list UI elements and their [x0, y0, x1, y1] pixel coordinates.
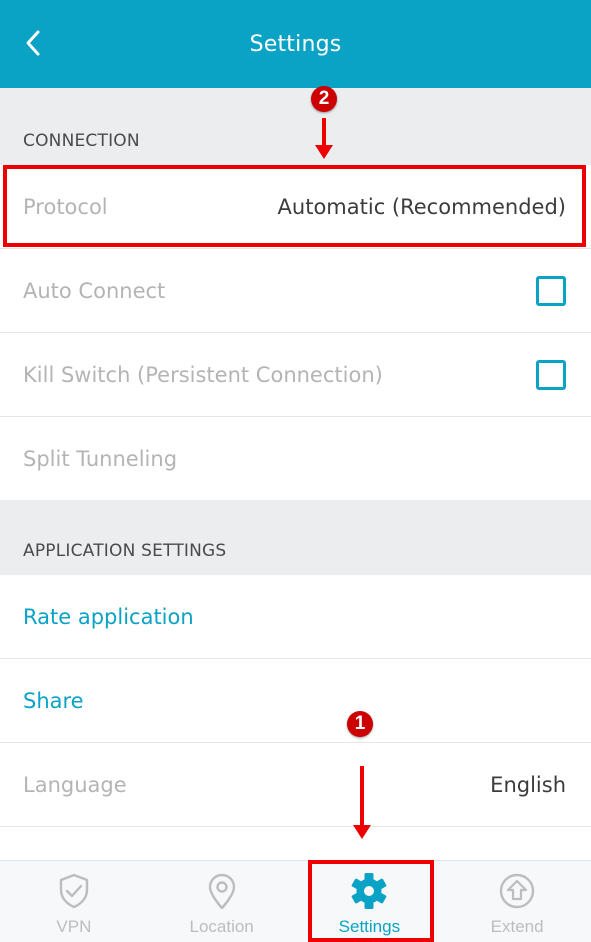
protocol-label: Protocol — [23, 194, 108, 219]
auto-connect-checkbox[interactable] — [536, 275, 566, 306]
annotation-badge-1: 1 — [347, 711, 373, 737]
annotation-badge-2: 2 — [311, 86, 337, 112]
bottom-nav: VPN Location Settings Extend — [0, 860, 591, 942]
nav-label-location: Location — [189, 917, 254, 936]
section-header-application-settings: APPLICATION SETTINGS — [0, 500, 591, 575]
chevron-left-icon — [26, 30, 40, 56]
gear-icon — [352, 873, 387, 909]
nav-label-settings: Settings — [338, 917, 401, 936]
protocol-row[interactable]: Protocol Automatic (Recommended) — [0, 165, 591, 249]
page-title: Settings — [249, 31, 342, 57]
split-tunneling-row[interactable]: Split Tunneling — [0, 417, 591, 501]
back-button[interactable] — [18, 26, 48, 60]
share-link[interactable]: Share — [23, 689, 84, 713]
rate-application-link[interactable]: Rate application — [23, 605, 194, 629]
empty-row — [0, 827, 591, 860]
upload-circle-icon — [499, 873, 535, 909]
map-pin-icon — [208, 873, 235, 910]
nav-tab-location[interactable]: Location — [148, 861, 296, 942]
nav-tab-vpn[interactable]: VPN — [0, 861, 148, 942]
nav-tab-extend[interactable]: Extend — [443, 861, 591, 942]
auto-connect-label: Auto Connect — [23, 278, 166, 303]
rate-application-row[interactable]: Rate application — [0, 575, 591, 659]
app-header: Settings — [0, 0, 591, 88]
share-row[interactable]: Share — [0, 659, 591, 743]
language-value: English — [490, 772, 566, 797]
auto-connect-row[interactable]: Auto Connect — [0, 249, 591, 333]
section-title: CONNECTION — [23, 131, 140, 151]
kill-switch-checkbox[interactable] — [536, 359, 566, 390]
nav-label-extend: Extend — [490, 917, 544, 936]
split-tunneling-label: Split Tunneling — [23, 447, 178, 471]
kill-switch-label: Kill Switch (Persistent Connection) — [23, 362, 383, 387]
section-header-connection: CONNECTION — [0, 88, 591, 165]
protocol-value: Automatic (Recommended) — [277, 194, 566, 219]
language-row[interactable]: Language English — [0, 743, 591, 827]
section-title: APPLICATION SETTINGS — [23, 541, 227, 561]
nav-tab-settings[interactable]: Settings — [296, 861, 444, 942]
nav-label-vpn: VPN — [56, 917, 92, 936]
shield-check-icon — [59, 873, 89, 909]
kill-switch-row[interactable]: Kill Switch (Persistent Connection) — [0, 333, 591, 417]
language-label: Language — [23, 772, 127, 797]
